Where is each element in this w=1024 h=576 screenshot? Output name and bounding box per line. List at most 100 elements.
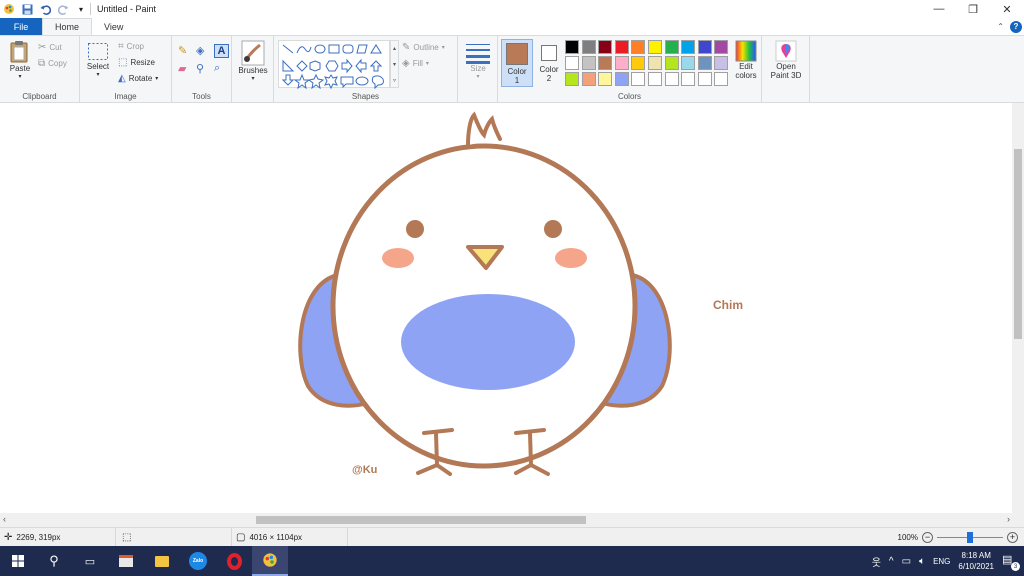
brushes-dropdown-icon[interactable]: ▾ [251,75,254,82]
tab-home[interactable]: Home [42,18,93,35]
shapes-scroll[interactable]: ▴ ▾ ▿ [390,40,399,88]
palette-swatch[interactable] [681,40,696,54]
color1-button[interactable]: Color 1 [501,39,533,87]
select-button[interactable]: Select ▾ [84,42,112,78]
task-view-button[interactable]: ▭ [72,546,108,576]
magnifier-icon[interactable]: ⌕ [214,62,230,75]
taskbar-opera[interactable] [216,546,252,576]
palette-swatch[interactable] [714,40,729,54]
pencil-icon[interactable]: ✎ [178,44,194,58]
zoom-out-icon[interactable]: − [922,532,933,543]
battery-icon[interactable]: ▭ [902,556,911,567]
cut-button[interactable]: ✂ Cut [38,42,62,53]
taskbar-file-explorer[interactable] [144,546,180,576]
palette-swatch[interactable] [565,56,579,70]
palette-swatch[interactable] [581,56,596,70]
redo-icon[interactable] [56,2,70,16]
scroll-right-icon[interactable]: › [1007,514,1010,524]
horizontal-scroll-thumb[interactable] [256,516,586,524]
scroll-left-icon[interactable]: ‹ [3,514,6,524]
paint-app-icon[interactable] [2,2,16,16]
outline-dropdown-icon: ▾ [441,45,445,51]
palette-swatch[interactable] [631,40,646,54]
close-button[interactable]: ✕ [990,0,1024,18]
palette-swatch[interactable] [598,40,613,54]
zoom-in-icon[interactable]: + [1007,532,1018,543]
cursor-position: 2269, 319px [16,532,61,542]
palette-swatch[interactable] [664,72,679,86]
language-indicator[interactable]: ENG [933,557,950,566]
size-button[interactable]: Size ▾ [462,42,494,80]
palette-swatch[interactable] [581,72,596,86]
vertical-scroll-thumb[interactable] [1014,149,1022,339]
color2-button[interactable]: Color 2 [535,39,563,87]
clock[interactable]: 8:18 AM 6/10/2021 [958,550,994,572]
rotate-button[interactable]: ◭ Rotate ▾ [118,73,158,84]
zoom-slider[interactable] [937,532,1003,543]
palette-swatch[interactable] [565,72,579,86]
taskbar-paint[interactable] [252,546,288,576]
copy-button[interactable]: ⧉ Copy [38,58,67,69]
palette-swatch[interactable] [697,40,712,54]
taskbar-zalo[interactable]: Zalo [180,546,216,576]
palette-swatch[interactable] [648,40,662,54]
tab-file[interactable]: File [0,18,42,35]
volume-icon[interactable]: 🔈︎ [919,556,925,567]
color-picker-icon[interactable]: ⚲ [196,62,212,75]
palette-swatch[interactable] [598,56,613,70]
crop-button[interactable]: ⌗ Crop [118,41,144,52]
open-paint3d-button[interactable]: Open Paint 3D [766,40,806,80]
palette-swatch[interactable] [697,56,712,70]
select-dropdown-icon[interactable]: ▾ [96,71,99,78]
tab-view[interactable]: View [92,18,135,35]
people-icon[interactable]: 웃 [872,554,881,569]
palette-swatch[interactable] [697,72,712,86]
taskbar-app-store[interactable] [108,546,144,576]
palette-swatch[interactable] [631,56,646,70]
outline-button[interactable]: ✎ Outline ▾ [402,42,445,53]
palette-swatch[interactable] [614,40,629,54]
palette-swatch[interactable] [598,72,613,86]
palette-swatch[interactable] [631,72,646,86]
save-icon[interactable] [20,2,34,16]
zoom-slider-thumb[interactable] [967,532,973,543]
palette-swatch[interactable] [681,56,696,70]
fill-bucket-icon[interactable]: ◈ [196,44,212,58]
rotate-dropdown-icon[interactable]: ▾ [155,75,158,82]
collapse-ribbon-icon[interactable]: ⌃ [997,22,1004,31]
undo-icon[interactable] [38,2,52,16]
resize-button[interactable]: ⬚ Resize [118,57,155,68]
palette-swatch[interactable] [664,40,679,54]
palette-swatch[interactable] [648,56,662,70]
colors-group-label: Colors [617,92,642,101]
colors-group: Color 1 Color 2 Edit colors Colors [498,36,762,103]
palette-swatch[interactable] [681,72,696,86]
paste-button[interactable]: Paste ▾ [6,40,34,80]
start-button[interactable] [0,546,36,576]
size-dropdown-icon: ▾ [476,74,480,80]
text-tool-icon[interactable]: A [214,44,229,58]
palette-swatch[interactable] [664,56,679,70]
brushes-button[interactable]: Brushes ▾ [236,40,270,82]
palette-swatch[interactable] [648,72,662,86]
customize-toolbar-icon[interactable]: ▾ [74,2,88,16]
palette-swatch[interactable] [714,56,729,70]
minimize-button[interactable]: — [922,0,956,18]
fill-button[interactable]: ◈ Fill ▾ [402,58,429,69]
horizontal-scrollbar[interactable]: ‹ › [0,513,1024,527]
palette-swatch[interactable] [565,40,579,54]
palette-swatch[interactable] [714,72,729,86]
maximize-button[interactable]: ❐ [956,0,990,18]
vertical-scrollbar[interactable] [1012,103,1024,513]
drawing-canvas[interactable]: Chim @Ku [0,103,1012,513]
palette-swatch[interactable] [581,40,596,54]
show-hidden-icons[interactable]: ^ [889,556,894,567]
help-icon[interactable]: ? [1010,20,1022,33]
search-button[interactable]: ⚲ [36,546,72,576]
edit-colors-button[interactable]: Edit colors [730,40,762,80]
palette-swatch[interactable] [614,56,629,70]
action-center-button[interactable]: ▤ 3 [1002,553,1020,571]
paste-dropdown-icon[interactable]: ▾ [18,73,21,80]
eraser-icon[interactable]: ▰ [178,62,194,75]
palette-swatch[interactable] [614,72,629,86]
